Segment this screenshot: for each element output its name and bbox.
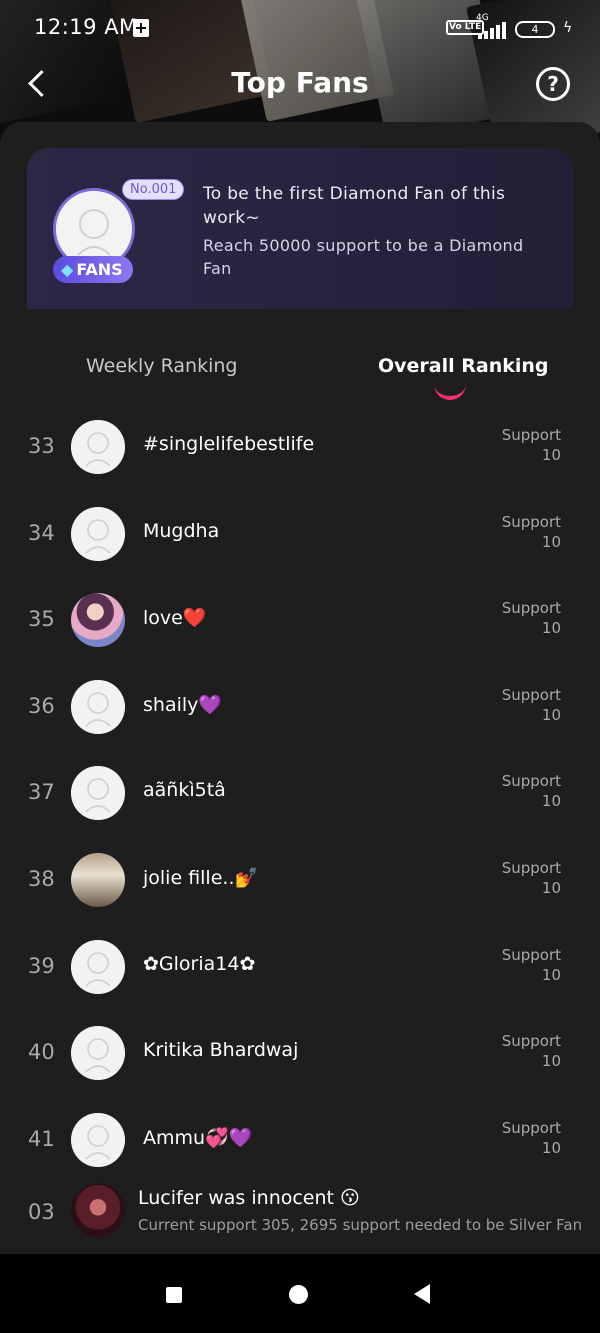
user-name: love❤️ [143, 607, 207, 630]
user-name: jolie fille..💅 [143, 867, 259, 889]
status-time: 12:19 AM [34, 15, 138, 39]
my-rank: 03 [28, 1200, 55, 1224]
user-name: Kritika Bhardwaj [143, 1039, 299, 1062]
user-avatar [71, 420, 125, 474]
rank-number: 34 [28, 520, 55, 545]
tab-weekly-ranking[interactable]: Weekly Ranking [86, 355, 237, 377]
support-label: Support [501, 426, 561, 444]
help-button[interactable]: ? [536, 67, 570, 101]
user-avatar [71, 1026, 125, 1081]
ranking-row[interactable]: 40 Kritika Bhardwaj Support 10 [0, 1012, 600, 1099]
rank-number: 38 [28, 867, 55, 891]
support-value: 10 [541, 1052, 561, 1071]
support-label: Support [501, 772, 561, 791]
user-avatar [71, 679, 125, 734]
user-avatar [71, 1112, 125, 1167]
my-name: Lucifer was innocent 😗 [138, 1187, 360, 1209]
tab-overall-ranking[interactable]: Overall Ranking [378, 355, 549, 377]
battery-icon: 4 [515, 21, 555, 38]
my-ranking-entry[interactable]: 03 Lucifer was innocent 😗 Current suppor… [0, 1178, 600, 1252]
home-button[interactable] [289, 1285, 308, 1304]
rank-number: 39 [28, 953, 55, 978]
ranking-row[interactable]: 39 ✿Gloria14✿ Support 10 [0, 926, 600, 1013]
charging-icon: ϟ [563, 20, 573, 36]
user-avatar [71, 853, 125, 907]
support-label: Support [501, 945, 561, 964]
rank-number: 36 [28, 693, 55, 718]
system-nav-bar [0, 1254, 600, 1333]
system-back-button[interactable] [414, 1284, 430, 1304]
notification-icon [133, 19, 149, 37]
user-avatar [71, 939, 125, 994]
support-value: 10 [541, 705, 561, 724]
diamond-fan-banner: No.001 ◆ FANS To be the first Diamond Fan… [27, 148, 573, 309]
signal-icon [478, 21, 506, 39]
ranking-row[interactable]: 34 Mugdha Support 10 [0, 493, 600, 580]
support-value: 10 [541, 792, 561, 811]
banner-subtext: Reach 50000 support to be a Diamond Fan [203, 236, 524, 278]
banner-headline: To be the first Diamond Fan of this work… [203, 184, 506, 228]
status-bar: 12:19 AM Vo LTE 4G 4 ϟ [0, 0, 600, 56]
fans-badge: ◆ FANS [53, 256, 133, 283]
user-name: #singlelifebestlife [143, 433, 315, 455]
diamond-icon: ◆ [61, 260, 74, 279]
rank-number: 41 [28, 1126, 55, 1151]
support-value: 10 [541, 532, 561, 551]
support-value: 10 [541, 965, 561, 984]
user-avatar [71, 506, 125, 561]
ranking-row[interactable]: 41 Ammu💞💜 Support 10 [0, 1099, 600, 1186]
support-value: 10 [541, 619, 561, 638]
rank-badge: No.001 [122, 179, 185, 200]
ranking-row[interactable]: 38 jolie fille..💅 Support 10 [0, 839, 600, 926]
rank-number: 40 [28, 1040, 55, 1065]
user-name: Ammu💞💜 [143, 1126, 253, 1149]
page-title: Top Fans [231, 66, 369, 99]
support-label: Support [501, 599, 561, 618]
support-label: Support [501, 1118, 561, 1137]
rank-number: 37 [28, 780, 55, 805]
support-label: Support [501, 512, 561, 531]
my-support-progress: Current support 305, 2695 support needed… [138, 1216, 583, 1234]
ranking-row[interactable]: 33 #singlelifebestlife Support 10 [0, 406, 600, 493]
support-value: 10 [541, 879, 561, 897]
rank-number: 35 [28, 607, 55, 632]
user-name: ✿Gloria14✿ [143, 952, 256, 975]
support-value: 10 [541, 446, 561, 464]
rank-number: 33 [28, 434, 55, 458]
user-avatar [71, 766, 125, 821]
user-name: Mugdha [143, 519, 220, 542]
support-label: Support [501, 685, 561, 704]
my-avatar [71, 1183, 125, 1237]
user-name: aãñkì5tâ [143, 779, 226, 802]
recents-button[interactable] [166, 1287, 182, 1303]
ranking-row[interactable]: 37 aãñkì5tâ Support 10 [0, 752, 600, 839]
support-value: 10 [541, 1138, 561, 1157]
ranking-row[interactable]: 36 shaily💜 Support 10 [0, 666, 600, 753]
user-avatar [71, 593, 125, 648]
ranking-row[interactable]: 35 love❤️ Support 10 [0, 579, 600, 666]
support-label: Support [501, 859, 561, 877]
support-label: Support [501, 1032, 561, 1051]
user-name: shaily💜 [143, 693, 223, 716]
